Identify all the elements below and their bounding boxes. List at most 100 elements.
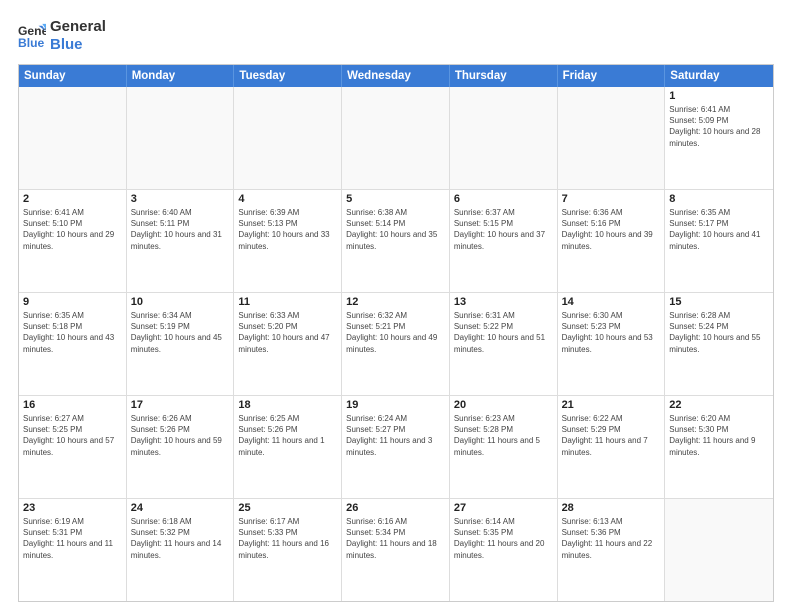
day-cell-13: 13 Sunrise: 6:31 AM Sunset: 5:22 PM Dayli… — [450, 293, 558, 395]
day-info: Sunrise: 6:34 AM Sunset: 5:19 PM Dayligh… — [131, 310, 230, 355]
day-info: Sunrise: 6:40 AM Sunset: 5:11 PM Dayligh… — [131, 207, 230, 252]
day-info: Sunrise: 6:17 AM Sunset: 5:33 PM Dayligh… — [238, 516, 337, 561]
day-cell-11: 11 Sunrise: 6:33 AM Sunset: 5:20 PM Dayli… — [234, 293, 342, 395]
day-number: 19 — [346, 399, 445, 411]
day-number: 3 — [131, 193, 230, 205]
day-number: 26 — [346, 502, 445, 514]
day-cell-3: 3 Sunrise: 6:40 AM Sunset: 5:11 PM Daylig… — [127, 190, 235, 292]
day-cell-25: 25 Sunrise: 6:17 AM Sunset: 5:33 PM Dayli… — [234, 499, 342, 601]
day-number: 11 — [238, 296, 337, 308]
day-number: 5 — [346, 193, 445, 205]
day-number: 2 — [23, 193, 122, 205]
day-info: Sunrise: 6:36 AM Sunset: 5:16 PM Dayligh… — [562, 207, 661, 252]
day-number: 1 — [669, 90, 769, 102]
day-number: 8 — [669, 193, 769, 205]
day-info: Sunrise: 6:28 AM Sunset: 5:24 PM Dayligh… — [669, 310, 769, 355]
day-info: Sunrise: 6:18 AM Sunset: 5:32 PM Dayligh… — [131, 516, 230, 561]
calendar-week-0: 1 Sunrise: 6:41 AM Sunset: 5:09 PM Daylig… — [19, 87, 773, 190]
day-number: 20 — [454, 399, 553, 411]
day-info: Sunrise: 6:31 AM Sunset: 5:22 PM Dayligh… — [454, 310, 553, 355]
calendar-week-3: 16 Sunrise: 6:27 AM Sunset: 5:25 PM Dayli… — [19, 396, 773, 499]
day-info: Sunrise: 6:26 AM Sunset: 5:26 PM Dayligh… — [131, 413, 230, 458]
day-info: Sunrise: 6:38 AM Sunset: 5:14 PM Dayligh… — [346, 207, 445, 252]
day-number: 27 — [454, 502, 553, 514]
empty-cell — [127, 87, 235, 189]
day-info: Sunrise: 6:16 AM Sunset: 5:34 PM Dayligh… — [346, 516, 445, 561]
day-number: 17 — [131, 399, 230, 411]
header-day-monday: Monday — [127, 65, 235, 87]
day-number: 7 — [562, 193, 661, 205]
day-info: Sunrise: 6:19 AM Sunset: 5:31 PM Dayligh… — [23, 516, 122, 561]
day-cell-21: 21 Sunrise: 6:22 AM Sunset: 5:29 PM Dayli… — [558, 396, 666, 498]
calendar-week-2: 9 Sunrise: 6:35 AM Sunset: 5:18 PM Daylig… — [19, 293, 773, 396]
day-cell-5: 5 Sunrise: 6:38 AM Sunset: 5:14 PM Daylig… — [342, 190, 450, 292]
header-day-tuesday: Tuesday — [234, 65, 342, 87]
day-cell-28: 28 Sunrise: 6:13 AM Sunset: 5:36 PM Dayli… — [558, 499, 666, 601]
day-cell-1: 1 Sunrise: 6:41 AM Sunset: 5:09 PM Daylig… — [665, 87, 773, 189]
empty-cell — [342, 87, 450, 189]
day-number: 15 — [669, 296, 769, 308]
day-info: Sunrise: 6:20 AM Sunset: 5:30 PM Dayligh… — [669, 413, 769, 458]
day-info: Sunrise: 6:24 AM Sunset: 5:27 PM Dayligh… — [346, 413, 445, 458]
day-number: 4 — [238, 193, 337, 205]
day-cell-6: 6 Sunrise: 6:37 AM Sunset: 5:15 PM Daylig… — [450, 190, 558, 292]
day-info: Sunrise: 6:25 AM Sunset: 5:26 PM Dayligh… — [238, 413, 337, 458]
day-info: Sunrise: 6:41 AM Sunset: 5:09 PM Dayligh… — [669, 104, 769, 149]
day-info: Sunrise: 6:27 AM Sunset: 5:25 PM Dayligh… — [23, 413, 122, 458]
day-cell-15: 15 Sunrise: 6:28 AM Sunset: 5:24 PM Dayli… — [665, 293, 773, 395]
day-cell-17: 17 Sunrise: 6:26 AM Sunset: 5:26 PM Dayli… — [127, 396, 235, 498]
header-day-friday: Friday — [558, 65, 666, 87]
day-cell-18: 18Sunrise: 6:25 AM Sunset: 5:26 PM Dayli… — [234, 396, 342, 498]
day-cell-24: 24 Sunrise: 6:18 AM Sunset: 5:32 PM Dayli… — [127, 499, 235, 601]
day-info: Sunrise: 6:33 AM Sunset: 5:20 PM Dayligh… — [238, 310, 337, 355]
header: General Blue General Blue — [18, 18, 774, 54]
day-cell-4: 4 Sunrise: 6:39 AM Sunset: 5:13 PM Daylig… — [234, 190, 342, 292]
day-number: 16 — [23, 399, 122, 411]
day-info: Sunrise: 6:14 AM Sunset: 5:35 PM Dayligh… — [454, 516, 553, 561]
day-info: Sunrise: 6:13 AM Sunset: 5:36 PM Dayligh… — [562, 516, 661, 561]
day-number: 22 — [669, 399, 769, 411]
calendar-body: 1 Sunrise: 6:41 AM Sunset: 5:09 PM Daylig… — [19, 87, 773, 601]
day-info: Sunrise: 6:30 AM Sunset: 5:23 PM Dayligh… — [562, 310, 661, 355]
day-number: 13 — [454, 296, 553, 308]
day-cell-19: 19 Sunrise: 6:24 AM Sunset: 5:27 PM Dayli… — [342, 396, 450, 498]
day-cell-10: 10 Sunrise: 6:34 AM Sunset: 5:19 PM Dayli… — [127, 293, 235, 395]
day-number: 9 — [23, 296, 122, 308]
empty-cell — [665, 499, 773, 601]
day-info: Sunrise: 6:35 AM Sunset: 5:18 PM Dayligh… — [23, 310, 122, 355]
calendar-header: SundayMondayTuesdayWednesdayThursdayFrid… — [19, 65, 773, 87]
day-number: 24 — [131, 502, 230, 514]
calendar-week-4: 23 Sunrise: 6:19 AM Sunset: 5:31 PM Dayli… — [19, 499, 773, 601]
day-cell-9: 9 Sunrise: 6:35 AM Sunset: 5:18 PM Daylig… — [19, 293, 127, 395]
logo: General Blue General Blue — [18, 18, 106, 54]
day-info: Sunrise: 6:35 AM Sunset: 5:17 PM Dayligh… — [669, 207, 769, 252]
header-day-saturday: Saturday — [665, 65, 773, 87]
day-cell-27: 27 Sunrise: 6:14 AM Sunset: 5:35 PM Dayli… — [450, 499, 558, 601]
day-info: Sunrise: 6:39 AM Sunset: 5:13 PM Dayligh… — [238, 207, 337, 252]
header-day-sunday: Sunday — [19, 65, 127, 87]
day-number: 28 — [562, 502, 661, 514]
day-number: 14 — [562, 296, 661, 308]
day-info: Sunrise: 6:32 AM Sunset: 5:21 PM Dayligh… — [346, 310, 445, 355]
empty-cell — [450, 87, 558, 189]
day-number: 23 — [23, 502, 122, 514]
day-info: Sunrise: 6:41 AM Sunset: 5:10 PM Dayligh… — [23, 207, 122, 252]
day-info: Sunrise: 6:22 AM Sunset: 5:29 PM Dayligh… — [562, 413, 661, 458]
empty-cell — [19, 87, 127, 189]
calendar: SundayMondayTuesdayWednesdayThursdayFrid… — [18, 64, 774, 602]
day-number: 21 — [562, 399, 661, 411]
day-number: 10 — [131, 296, 230, 308]
day-number: 6 — [454, 193, 553, 205]
day-number: 25 — [238, 502, 337, 514]
day-cell-20: 20Sunrise: 6:23 AM Sunset: 5:28 PM Dayli… — [450, 396, 558, 498]
logo-icon: General Blue — [18, 22, 46, 50]
header-day-wednesday: Wednesday — [342, 65, 450, 87]
day-cell-2: 2 Sunrise: 6:41 AM Sunset: 5:10 PM Daylig… — [19, 190, 127, 292]
day-info: Sunrise: 6:37 AM Sunset: 5:15 PM Dayligh… — [454, 207, 553, 252]
empty-cell — [558, 87, 666, 189]
day-cell-14: 14 Sunrise: 6:30 AM Sunset: 5:23 PM Dayli… — [558, 293, 666, 395]
page: General Blue General Blue SundayMondayTu… — [0, 0, 792, 612]
day-cell-7: 7 Sunrise: 6:36 AM Sunset: 5:16 PM Daylig… — [558, 190, 666, 292]
day-cell-26: 26 Sunrise: 6:16 AM Sunset: 5:34 PM Dayli… — [342, 499, 450, 601]
day-cell-22: 22 Sunrise: 6:20 AM Sunset: 5:30 PM Dayli… — [665, 396, 773, 498]
